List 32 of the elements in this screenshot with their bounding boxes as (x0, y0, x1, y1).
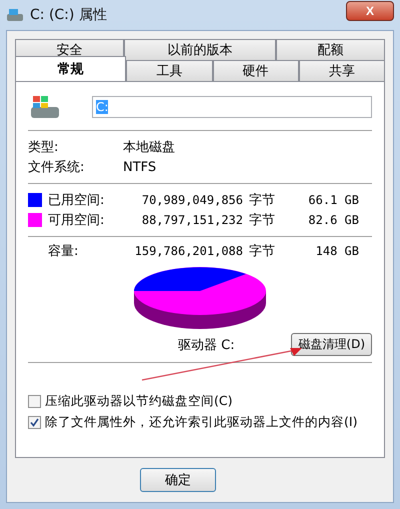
field-value: NTFS (123, 160, 156, 174)
drive-icon (6, 8, 24, 22)
tab[interactable]: 常规 (15, 56, 126, 81)
tab[interactable]: 硬件 (212, 60, 299, 81)
field-label: 类型: (28, 139, 60, 156)
window-title: C: (C:) 属性 (30, 6, 108, 24)
byte-count: 70,989,049,856 (140, 193, 243, 207)
unit-label: 字节 (249, 243, 276, 260)
tab[interactable]: 配额 (276, 39, 385, 60)
space-label: 可用空间: (48, 212, 106, 229)
field-label: 文件系统: (28, 159, 86, 176)
tab[interactable]: 工具 (126, 60, 213, 81)
space-label: 已用空间: (48, 192, 106, 209)
drive-label: 驱动器 C: (178, 336, 236, 354)
tab[interactable]: 共享 (298, 60, 385, 81)
size-value: 82.6 GB (307, 213, 359, 227)
field-value: 本地磁盘 (123, 139, 175, 156)
drive-icon (28, 94, 62, 120)
unit-label: 字节 (249, 212, 276, 229)
option-label: 除了文件属性外，还允许索引此驱动器上文件的内容(I) (45, 414, 358, 431)
size-value: 66.1 GB (307, 193, 359, 207)
byte-count: 88,797,151,232 (140, 213, 243, 227)
option-label: 压缩此驱动器以节约磁盘空间(C) (45, 393, 232, 410)
tab[interactable]: 以前的版本 (124, 39, 276, 60)
unit-label: 字节 (249, 192, 276, 209)
size-value: 148 GB (314, 244, 359, 258)
checkbox[interactable] (28, 395, 41, 408)
disk-cleanup-button[interactable]: 磁盘清理(D) (291, 333, 372, 356)
checkbox[interactable] (28, 416, 41, 429)
capacity-label: 容量: (48, 243, 80, 260)
ok-button[interactable]: 确定 (140, 468, 216, 492)
byte-count: 159,786,201,088 (134, 244, 243, 258)
